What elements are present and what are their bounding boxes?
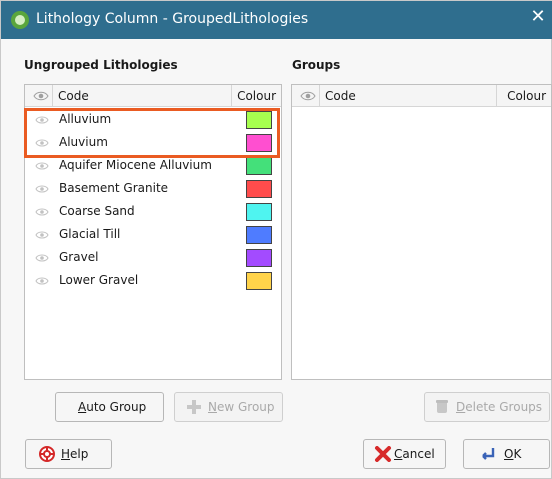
visibility-header-icon[interactable] xyxy=(300,89,316,103)
visibility-eye-icon[interactable] xyxy=(35,253,49,263)
code-column-header[interactable]: Code xyxy=(58,89,89,103)
help-button[interactable]: Help xyxy=(25,439,112,469)
lithology-row[interactable]: Lower Gravel xyxy=(26,270,280,292)
colour-column-header[interactable]: Colour xyxy=(507,89,546,103)
lithology-code: Glacial Till xyxy=(59,227,121,241)
lithology-code: Aquifer Miocene Alluvium xyxy=(59,158,212,172)
ungrouped-lithologies-label: Ungrouped Lithologies xyxy=(24,58,178,72)
close-icon[interactable]: ✕ xyxy=(529,8,547,26)
lithology-code: Coarse Sand xyxy=(59,204,135,218)
new-group-label: New Group xyxy=(208,400,275,414)
ungrouped-list-header: Code Colour xyxy=(25,85,281,107)
lithology-row[interactable]: Gravel xyxy=(26,247,280,269)
groups-list-header: Code Colour xyxy=(292,85,551,107)
visibility-eye-icon[interactable] xyxy=(35,207,49,217)
colour-swatch[interactable] xyxy=(246,272,272,290)
colour-swatch[interactable] xyxy=(246,226,272,244)
header-separator xyxy=(231,85,232,107)
colour-swatch[interactable] xyxy=(246,157,272,175)
app-icon xyxy=(11,11,29,29)
visibility-header-icon[interactable] xyxy=(33,89,49,103)
help-label: Help xyxy=(61,447,89,461)
lithology-row[interactable]: Basement Granite xyxy=(26,178,280,200)
lithology-row[interactable]: Aquifer Miocene Alluvium xyxy=(26,155,280,177)
plus-icon xyxy=(187,400,201,414)
ok-label: OK xyxy=(504,447,522,461)
visibility-eye-icon[interactable] xyxy=(35,230,49,240)
header-separator xyxy=(52,85,53,107)
groups-list[interactable]: Code Colour xyxy=(291,84,552,380)
lifebuoy-help-icon xyxy=(39,446,55,462)
visibility-eye-icon[interactable] xyxy=(35,276,49,286)
code-column-header[interactable]: Code xyxy=(325,89,356,103)
lithology-row[interactable]: Glacial Till xyxy=(26,224,280,246)
auto-group-button[interactable]: Auto Group xyxy=(55,392,164,422)
enter-arrow-icon xyxy=(482,448,495,460)
selection-highlight xyxy=(24,108,280,158)
lithology-column-dialog: Lithology Column - GroupedLithologies ✕ … xyxy=(0,0,552,479)
colour-swatch[interactable] xyxy=(246,203,272,221)
visibility-eye-icon[interactable] xyxy=(35,184,49,194)
groups-label: Groups xyxy=(292,58,341,72)
delete-groups-button[interactable]: Delete Groups xyxy=(424,392,550,422)
header-separator xyxy=(496,85,497,107)
colour-swatch[interactable] xyxy=(246,180,272,198)
ok-button[interactable]: OK xyxy=(463,439,550,469)
window-title: Lithology Column - GroupedLithologies xyxy=(36,11,309,27)
cancel-button[interactable]: Cancel xyxy=(363,439,446,469)
lithology-row[interactable]: Coarse Sand xyxy=(26,201,280,223)
lithology-code: Lower Gravel xyxy=(59,273,139,287)
lithology-code: Basement Granite xyxy=(59,181,169,195)
delete-groups-label: Delete Groups xyxy=(456,400,543,414)
colour-swatch[interactable] xyxy=(246,249,272,267)
cancel-label: Cancel xyxy=(394,447,435,461)
auto-group-label: Auto Group xyxy=(78,400,147,414)
cancel-x-icon xyxy=(375,446,391,462)
new-group-button[interactable]: New Group xyxy=(174,392,283,422)
visibility-eye-icon[interactable] xyxy=(35,161,49,171)
title-bar: Lithology Column - GroupedLithologies ✕ xyxy=(1,1,552,39)
lithology-code: Gravel xyxy=(59,250,99,264)
colour-column-header[interactable]: Colour xyxy=(237,89,276,103)
header-separator xyxy=(319,85,320,107)
trash-icon xyxy=(436,400,448,413)
